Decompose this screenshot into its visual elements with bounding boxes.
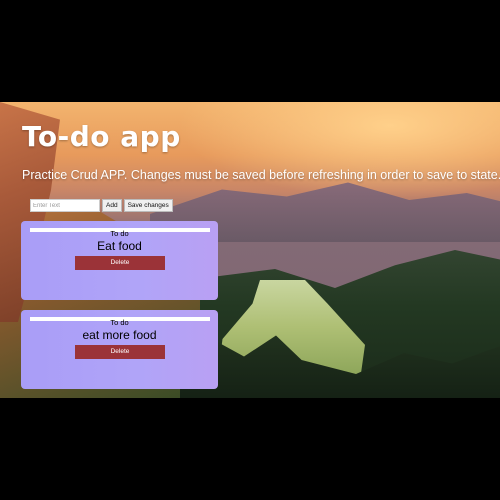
todo-label: To do [110, 229, 129, 238]
todo-label: To do [110, 318, 129, 327]
delete-button[interactable]: Delete [75, 345, 165, 359]
app-container: To-do app Practice Crud APP. Changes mus… [0, 102, 500, 398]
add-task-form: Add Save changes [30, 199, 173, 212]
add-button[interactable]: Add [102, 199, 122, 212]
task-input[interactable] [30, 199, 100, 212]
delete-button[interactable]: Delete [75, 256, 165, 270]
todo-text: eat more food [82, 328, 157, 342]
page-subtitle: Practice Crud APP. Changes must be saved… [22, 168, 500, 182]
todo-text: Eat food [97, 239, 142, 253]
save-changes-button[interactable]: Save changes [123, 199, 173, 212]
todo-card: To do Eat food Delete [21, 221, 218, 300]
page-title: To-do app [22, 120, 181, 153]
todo-card: To do eat more food Delete [21, 310, 218, 389]
